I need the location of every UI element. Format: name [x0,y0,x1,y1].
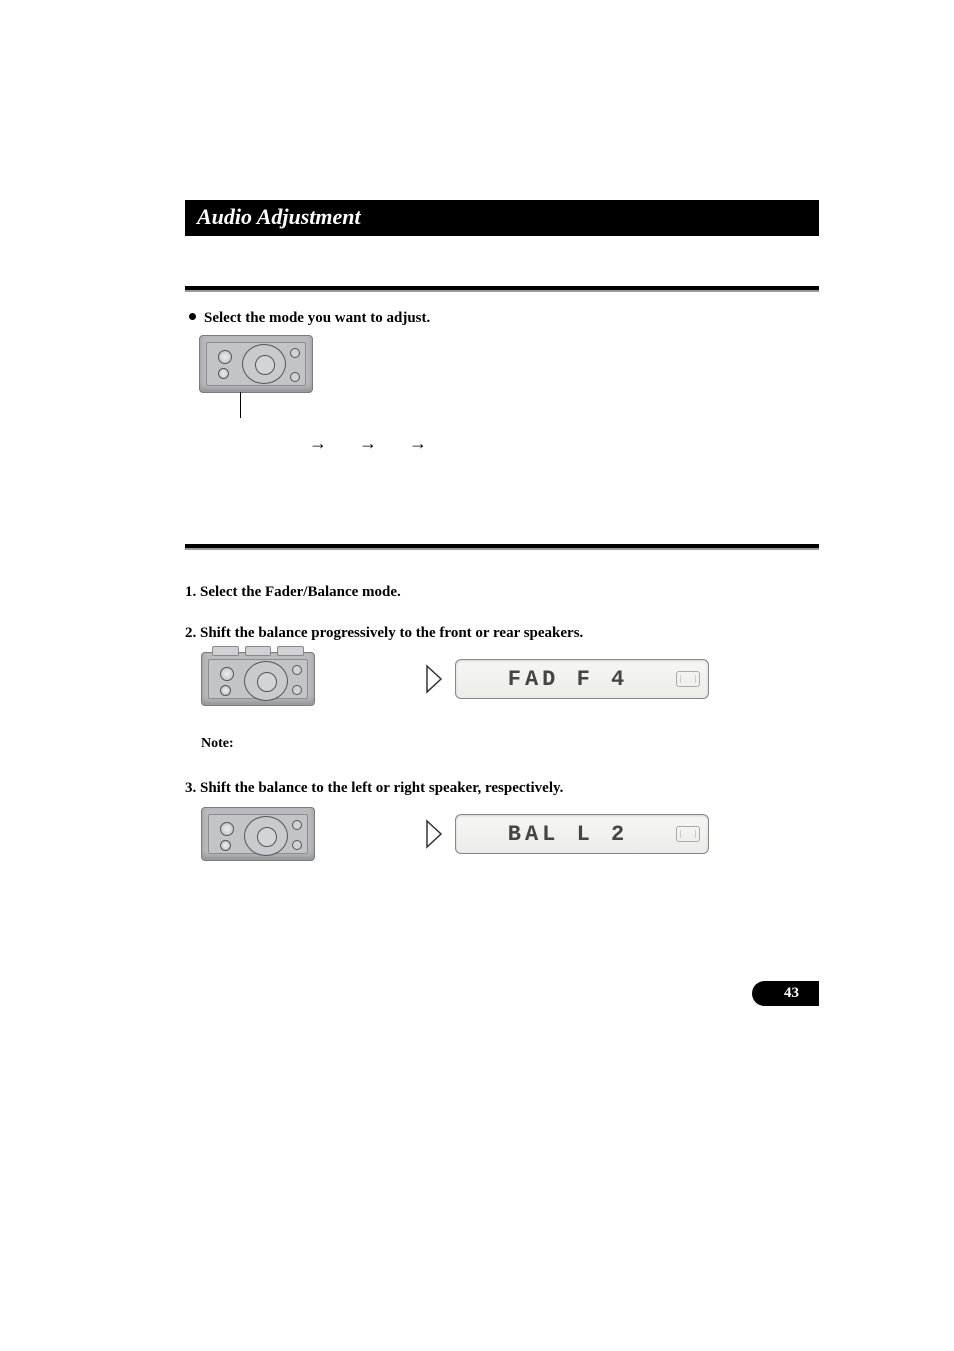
lcd-frame: BAL L 2 [455,814,709,854]
lcd-display-fad: FAD F 4 [425,659,709,699]
pointer-triangle-icon [425,819,443,849]
step3-figures: BAL L 2 [201,807,819,861]
section-balance-adjustment: 1. Select the Fader/Balance mode. 2. Shi… [185,544,819,861]
note-label: Note: [201,736,819,752]
dpad-ring-icon [242,344,286,384]
aux-knob-icon [220,840,231,851]
page-number: 43 [752,981,819,1006]
device-top-controls [212,646,304,656]
preset-button-icon [290,348,300,358]
step2-figures: FAD F 4 [201,652,819,706]
dpad-center-icon [255,355,275,375]
preset-button-icon [292,820,302,830]
select-mode-bullet: Select the mode you want to adjust. [189,310,819,327]
preset-button-icon [292,665,302,675]
volume-knob-icon [220,822,234,836]
media-indicator-icon [676,671,700,687]
step-2-text: 2. Shift the balance progressively to th… [185,625,819,642]
lcd-readout-fad: FAD F 4 [466,667,670,692]
car-stereo-illustration [199,335,313,393]
dpad-center-icon [257,827,277,847]
preset-button-icon [292,685,302,695]
lcd-frame: FAD F 4 [455,659,709,699]
car-stereo-illustration [201,807,315,861]
bullet-icon [189,313,196,320]
volume-knob-icon [220,667,234,681]
arrow-right-icon: → [409,433,427,454]
preset-button-icon [290,372,300,382]
pointer-triangle-icon [425,664,443,694]
dpad-center-icon [257,672,277,692]
section-sub-rule [185,290,819,292]
aux-knob-icon [218,368,229,379]
dpad-ring-icon [244,816,288,856]
callout-leader-line [240,392,241,418]
section-sub-rule [185,548,819,550]
select-mode-text: Select the mode you want to adjust. [204,310,430,327]
mode-cycle-arrows: → → → [295,433,819,454]
media-indicator-icon [676,826,700,842]
lcd-display-bal: BAL L 2 [425,814,709,854]
device-figure-main [199,335,819,393]
car-stereo-illustration [201,652,315,706]
preset-button-icon [292,840,302,850]
aux-knob-icon [220,685,231,696]
volume-knob-icon [218,350,232,364]
dpad-ring-icon [244,661,288,701]
section-selecting-mode: Select the mode you want to adjust. → → … [185,286,819,454]
lcd-readout-bal: BAL L 2 [466,822,670,847]
chapter-header: Audio Adjustment [185,200,819,236]
arrow-right-icon: → [359,433,377,454]
step-1-text: 1. Select the Fader/Balance mode. [185,584,819,601]
arrow-right-icon: → [309,433,327,454]
step-3-text: 3. Shift the balance to the left or righ… [185,780,819,797]
